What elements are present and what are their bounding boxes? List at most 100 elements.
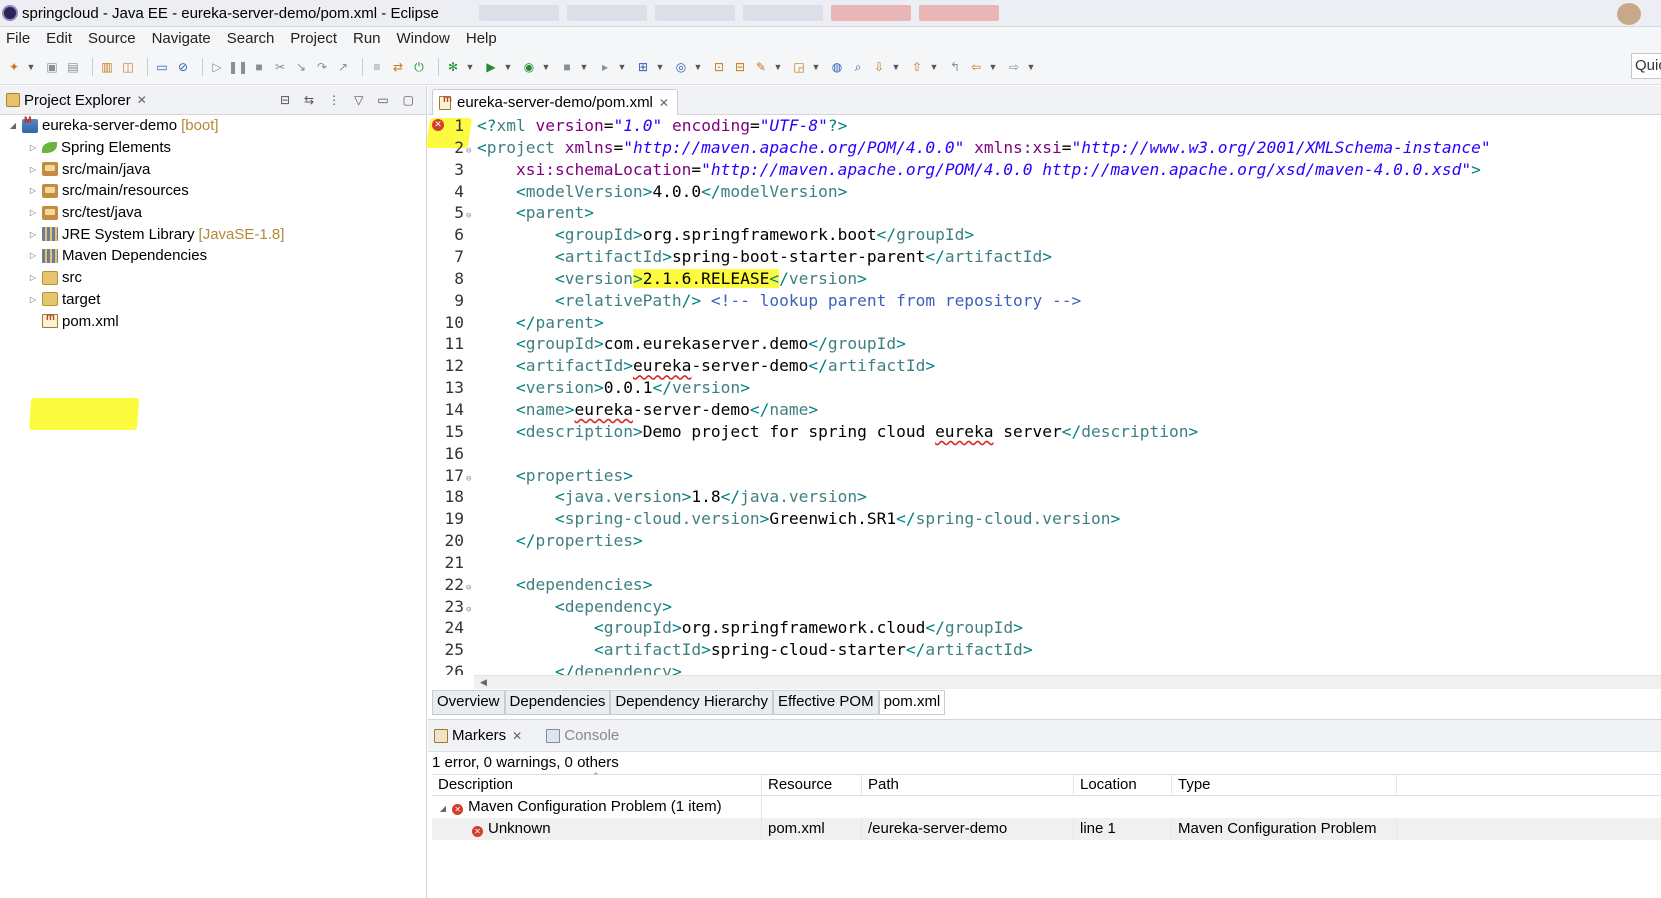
- open-type-icon[interactable]: ⊡: [711, 59, 727, 75]
- new-class-dropdown-icon[interactable]: ▼: [694, 59, 703, 75]
- view-menu-icon[interactable]: ⋮: [328, 93, 340, 107]
- forward-dropdown-icon[interactable]: ▼: [1027, 59, 1036, 75]
- error-marker-icon[interactable]: ✕: [432, 119, 444, 131]
- spring-boot-dashboard-icon[interactable]: ⏻: [411, 59, 427, 75]
- menu-source[interactable]: Source: [88, 30, 136, 47]
- step-return-icon[interactable]: ↗: [335, 59, 351, 75]
- pom-tab-effective-pom[interactable]: Effective POM: [773, 691, 879, 715]
- prev-annotation-dropdown-icon[interactable]: ▼: [930, 59, 939, 75]
- save-all-icon[interactable]: ▤: [65, 59, 81, 75]
- tree-item[interactable]: ▷ Maven Dependencies: [0, 245, 427, 267]
- menu-help[interactable]: Help: [466, 30, 497, 47]
- tree-item[interactable]: ▷ JRE System Library [JavaSE-1.8]: [0, 223, 427, 245]
- new-class-icon[interactable]: ◎: [673, 59, 689, 75]
- stop-dropdown-icon[interactable]: ▼: [580, 59, 589, 75]
- scroll-left-icon[interactable]: ◀: [480, 677, 487, 687]
- forward-icon[interactable]: ⇨: [1006, 59, 1022, 75]
- run-icon[interactable]: ▶: [483, 59, 499, 75]
- open-folder-icon[interactable]: ◲: [791, 59, 807, 75]
- quick-access-input[interactable]: Quic: [1631, 53, 1661, 79]
- marker-group-row[interactable]: ◢ ✕ Maven Configuration Problem (1 item): [432, 796, 1661, 818]
- collapsed-triangle-icon[interactable]: ▷: [28, 295, 38, 304]
- column-header-location[interactable]: Location: [1074, 774, 1172, 796]
- expanded-triangle-icon[interactable]: ◢: [8, 121, 18, 130]
- tab-console[interactable]: Console: [546, 727, 619, 744]
- build-icon[interactable]: ▥: [99, 59, 115, 75]
- open-folder-dropdown-icon[interactable]: ▼: [812, 59, 821, 75]
- column-header-type[interactable]: Type: [1172, 774, 1397, 796]
- maximize-icon[interactable]: ▢: [403, 93, 414, 107]
- expanded-triangle-icon[interactable]: ◢: [438, 798, 448, 818]
- close-tab-icon[interactable]: ✕: [659, 96, 669, 110]
- minimize-icon[interactable]: ▭: [377, 93, 388, 107]
- search-icon[interactable]: ⌕: [850, 59, 866, 75]
- step-into-icon[interactable]: ↘: [293, 59, 309, 75]
- use-step-filters-icon[interactable]: ⇄: [390, 59, 406, 75]
- open-task-icon[interactable]: ⊟: [732, 59, 748, 75]
- debug-dropdown-icon[interactable]: ▼: [466, 59, 475, 75]
- tree-item[interactable]: ▷ src/test/java: [0, 202, 427, 224]
- back-icon[interactable]: ⇦: [968, 59, 984, 75]
- tree-item[interactable]: ▷ target: [0, 289, 427, 311]
- last-edit-icon[interactable]: ↰: [947, 59, 963, 75]
- terminal-icon[interactable]: ▭: [154, 59, 170, 75]
- run-server-dropdown-icon[interactable]: ▼: [542, 59, 551, 75]
- code-area[interactable]: ✕ 1 <?xml version="1.0" encoding="UTF-8"?>…: [428, 115, 1661, 675]
- next-annotation-dropdown-icon[interactable]: ▼: [892, 59, 901, 75]
- external-tools-icon[interactable]: ▸: [597, 59, 613, 75]
- annotation-dropdown-icon[interactable]: ▼: [774, 59, 783, 75]
- globe-icon[interactable]: ◍: [829, 59, 845, 75]
- terminate-icon[interactable]: ■: [251, 59, 267, 75]
- new-java-project-icon[interactable]: ⊞: [635, 59, 651, 75]
- tree-item[interactable]: ▷ Spring Elements: [0, 137, 427, 159]
- collapsed-triangle-icon[interactable]: ▷: [28, 208, 38, 217]
- skip-breakpoints-icon[interactable]: ⊘: [175, 59, 191, 75]
- step-over-icon[interactable]: ↷: [314, 59, 330, 75]
- pom-tab-dependency-hierarchy[interactable]: Dependency Hierarchy: [610, 691, 773, 715]
- menu-window[interactable]: Window: [397, 30, 450, 47]
- collapsed-triangle-icon[interactable]: ▷: [28, 186, 38, 195]
- resume-icon[interactable]: ▷: [209, 59, 225, 75]
- close-icon[interactable]: ✕: [137, 93, 147, 107]
- collapsed-triangle-icon[interactable]: ▷: [28, 273, 38, 282]
- column-header-path[interactable]: Path: [862, 774, 1074, 796]
- link-with-editor-icon[interactable]: ⇆: [304, 93, 314, 107]
- menu-search[interactable]: Search: [227, 30, 275, 47]
- new-dropdown-icon[interactable]: ▼: [27, 59, 36, 75]
- pom-tab-overview[interactable]: Overview: [432, 691, 505, 715]
- view-menu-chevron-icon[interactable]: ▽: [354, 93, 363, 107]
- new-java-dropdown-icon[interactable]: ▼: [656, 59, 665, 75]
- tree-item[interactable]: ▷ src: [0, 267, 427, 289]
- collapsed-triangle-icon[interactable]: ▷: [28, 165, 38, 174]
- marker-row[interactable]: ✕ Unknown pom.xml /eureka-server-demo lin…: [432, 818, 1661, 840]
- pom-tab-pom-xml[interactable]: pom.xml: [878, 691, 946, 715]
- tree-item[interactable]: ◢ eureka-server-demo[boot]: [0, 115, 427, 137]
- collapsed-triangle-icon[interactable]: ▷: [28, 230, 38, 239]
- run-server-icon[interactable]: ◉: [521, 59, 537, 75]
- drop-frame-icon[interactable]: ≡: [369, 59, 385, 75]
- menu-edit[interactable]: Edit: [46, 30, 72, 47]
- editor-tab-pom[interactable]: eureka-server-demo/pom.xml ✕: [432, 89, 678, 115]
- collapse-all-icon[interactable]: ⊟: [280, 93, 290, 107]
- save-icon[interactable]: ▣: [44, 59, 60, 75]
- collapsed-triangle-icon[interactable]: ▷: [28, 251, 38, 260]
- back-dropdown-icon[interactable]: ▼: [989, 59, 998, 75]
- annotation-icon[interactable]: ✎: [753, 59, 769, 75]
- tab-markers[interactable]: Markers ✕: [434, 727, 522, 744]
- external-tools-dropdown-icon[interactable]: ▼: [618, 59, 627, 75]
- menu-run[interactable]: Run: [353, 30, 381, 47]
- pom-tab-dependencies[interactable]: Dependencies: [504, 691, 611, 715]
- collapsed-triangle-icon[interactable]: ▷: [28, 143, 38, 152]
- menu-navigate[interactable]: Navigate: [152, 30, 211, 47]
- project-explorer-title[interactable]: Project Explorer: [24, 92, 131, 109]
- column-header-resource[interactable]: Resource: [762, 774, 862, 796]
- disconnect-icon[interactable]: ✂: [272, 59, 288, 75]
- run-dropdown-icon[interactable]: ▼: [504, 59, 513, 75]
- horizontal-scrollbar[interactable]: ◀: [474, 675, 1661, 689]
- tree-item[interactable]: ▷ src/main/java: [0, 158, 427, 180]
- menu-project[interactable]: Project: [290, 30, 337, 47]
- next-annotation-icon[interactable]: ⇩: [871, 59, 887, 75]
- suspend-icon[interactable]: ❚❚: [228, 59, 248, 75]
- menu-file[interactable]: File: [6, 30, 30, 47]
- close-icon[interactable]: ✕: [512, 729, 522, 743]
